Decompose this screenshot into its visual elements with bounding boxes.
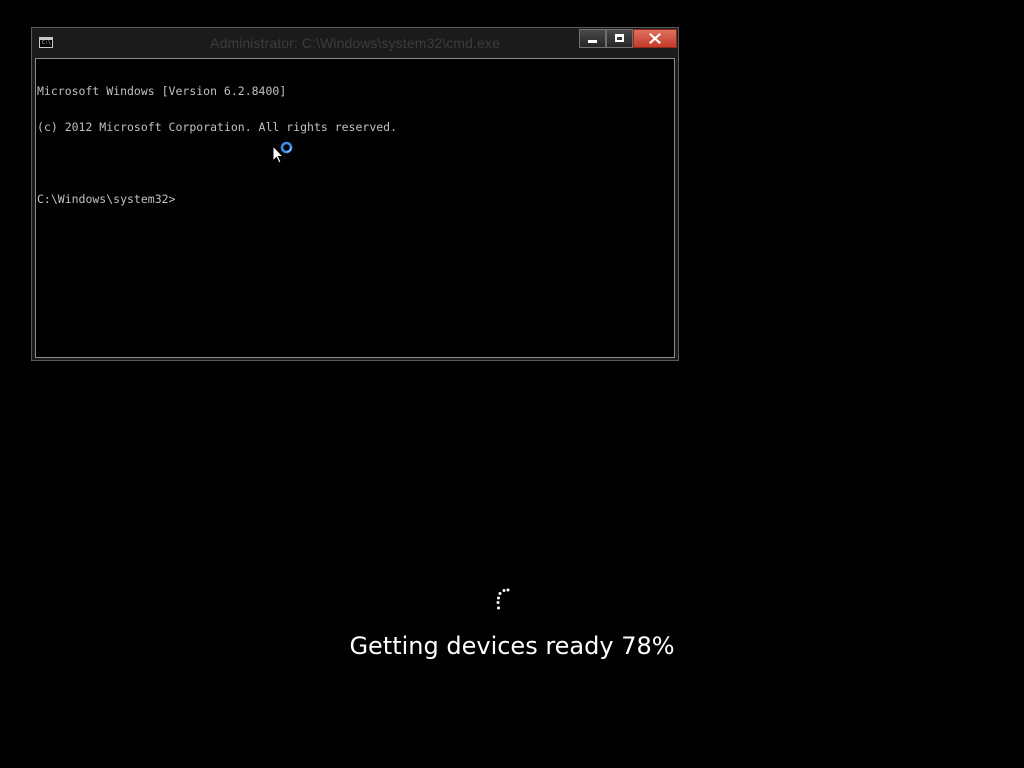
busy-pointer-icon <box>280 141 293 154</box>
minimize-icon <box>588 40 597 43</box>
title-bar[interactable]: C:\. Administrator: C:\Windows\system32\… <box>32 28 678 58</box>
maximize-button[interactable] <box>606 29 633 48</box>
console-line: Microsoft Windows [Version 6.2.8400] <box>37 84 287 98</box>
console-output[interactable]: Microsoft Windows [Version 6.2.8400] (c)… <box>35 58 675 358</box>
console-line: (c) 2012 Microsoft Corporation. All righ… <box>37 120 398 134</box>
cmd-window[interactable]: C:\. Administrator: C:\Windows\system32\… <box>31 27 679 361</box>
maximize-icon <box>615 34 624 42</box>
minimize-button[interactable] <box>579 29 606 48</box>
close-button[interactable] <box>633 29 677 48</box>
loading-dots-icon <box>496 588 510 610</box>
console-prompt: C:\Windows\system32> <box>37 192 176 206</box>
close-icon <box>649 32 661 45</box>
boot-status-text: Getting devices ready 78% <box>349 632 675 660</box>
